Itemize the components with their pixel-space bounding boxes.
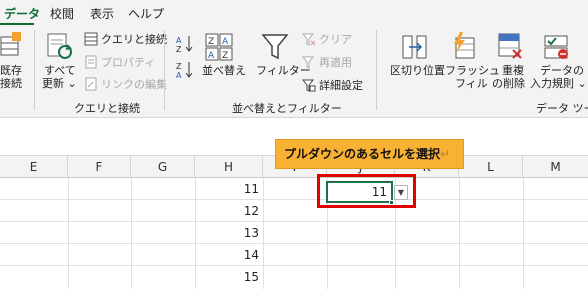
svg-text:Z: Z [222,51,228,61]
flash-fill-label-2: フィル [455,77,488,90]
existing-connections-label-2: 接続 [0,77,22,90]
group-label-sort-filter: 並べ替えとフィルター [232,102,342,115]
flash-fill-label-1: フラッシュ [445,64,500,77]
grid-line [131,178,132,289]
sort-label: 並べ替え [202,64,246,77]
data-validation-label-1: データの [540,64,584,77]
sort-icon: Z A A Z [205,33,233,61]
svg-text:Z: Z [176,62,182,71]
table-row: 12 [0,200,588,222]
svg-text:Z: Z [176,45,182,54]
queries-connections-label: クエリと接続 [101,33,167,46]
sort-ascending-icon[interactable]: A Z [176,34,194,54]
group-label-queries: クエリと接続 [74,102,140,115]
refresh-all-label-1: すべて [44,64,76,77]
group-label-data-tools: データ ツー [536,102,588,115]
grid-line [68,178,69,289]
svg-text:A: A [176,71,182,80]
properties-label: プロパティ [101,56,156,69]
tab-help[interactable]: ヘルプ [128,5,164,22]
ribbon-tab-bar: データ 校閲 表示 ヘルプ [0,0,588,26]
reapply-label: 再適用 [319,56,352,69]
advanced-filter-icon [302,79,316,92]
existing-connections-label-1: 既存 [0,64,22,77]
advanced-label: 詳細設定 [319,79,363,92]
highlight-box [317,174,416,208]
cell-h-value[interactable]: 14 [203,244,263,266]
cell-h-value[interactable]: 11 [203,178,263,200]
table-row: 13 [0,222,588,244]
worksheet-grid[interactable]: 11 12 13 14 15 [0,178,588,289]
sort-descending-icon[interactable]: Z A [176,60,194,80]
data-validation-label-2: 入力規則 ⌄ [530,77,587,90]
ribbon: 既存 接続 すべて 更新 ⌄ クエリと接続 プロパティ リンクの編集 クエリと接… [0,26,588,118]
excel-window: データ 校閲 表示 ヘルプ 既存 接続 すべて 更新 ⌄ クエリと接続 プロパテ… [0,0,588,289]
active-tab-indicator [0,23,34,25]
clear-label: クリア [319,33,352,46]
paragraph-mark-icon: ↵ [440,147,451,161]
column-header-h[interactable]: H [195,156,263,178]
text-to-columns-label: 区切り位置 [390,64,445,77]
table-row: 14 [0,244,588,266]
remove-duplicates-icon [498,33,522,59]
svg-text:A: A [176,36,182,45]
tab-data[interactable]: データ [4,5,40,22]
table-icon [0,32,21,56]
remove-duplicates-label-2: の削除 [492,77,525,90]
group-separator [34,30,35,110]
column-header-l[interactable]: L [459,156,523,178]
callout-text: プルダウンのあるセルを選択 [284,147,441,161]
funnel-icon [261,34,289,60]
table-row: 15 [0,266,588,288]
edit-links-label: リンクの編集 [101,78,167,91]
queries-icon [84,32,98,46]
svg-text:A: A [208,51,215,61]
column-header-f[interactable]: F [68,156,131,178]
text-to-columns-icon [402,35,427,59]
group-separator [164,30,165,110]
grid-line [195,178,196,289]
column-header-g[interactable]: G [131,156,195,178]
data-validation-icon [544,35,568,59]
cell-h-value[interactable]: 13 [203,222,263,244]
refresh-all-label-2: 更新 ⌄ [42,77,77,90]
tab-review[interactable]: 校閲 [50,5,74,22]
grid-line [459,178,460,289]
cell-h-value[interactable]: 15 [203,266,263,288]
instruction-callout: プルダウンのあるセルを選択↵ [275,139,464,169]
remove-duplicates-label-1: 重複 [502,64,524,77]
edit-links-icon [85,77,97,91]
grid-line [523,178,524,289]
column-header-e[interactable]: E [0,156,68,178]
svg-text:Z: Z [208,37,214,47]
column-header-m[interactable]: M [523,156,588,178]
properties-icon [85,55,97,69]
flash-fill-icon [454,32,475,59]
cell-h-value[interactable]: 12 [203,200,263,222]
svg-text:A: A [222,37,229,47]
refresh-icon [47,33,72,59]
group-separator [376,30,377,110]
clear-filter-icon [302,33,316,46]
grid-line [263,178,264,289]
reapply-icon [302,56,315,69]
table-row: 11 [0,178,588,200]
tab-view[interactable]: 表示 [90,5,114,22]
